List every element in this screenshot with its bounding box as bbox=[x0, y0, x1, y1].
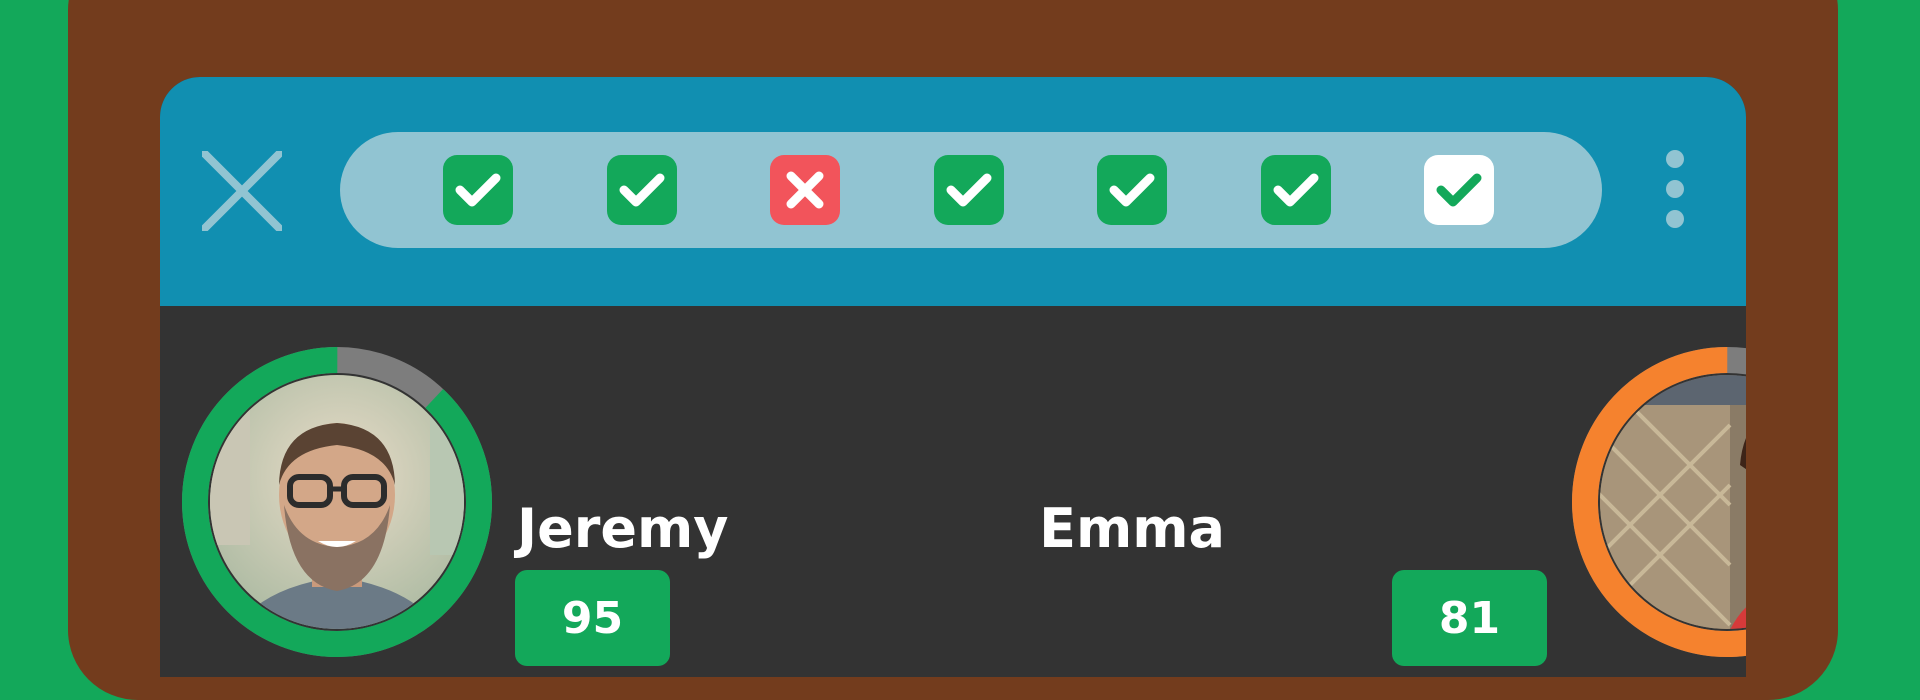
question-indicator-4 bbox=[933, 155, 1004, 225]
player-name: Emma bbox=[1039, 497, 1225, 560]
question-indicator-1 bbox=[443, 155, 513, 225]
player-avatar-timer bbox=[1570, 345, 1746, 659]
question-indicator-5 bbox=[1097, 155, 1167, 225]
player-score: 81 bbox=[1392, 570, 1547, 666]
question-indicator-7 bbox=[1424, 155, 1494, 225]
player-name: Jeremy bbox=[517, 497, 729, 560]
question-indicator-3 bbox=[770, 155, 840, 225]
close-button[interactable] bbox=[200, 149, 284, 233]
question-indicator-6 bbox=[1260, 155, 1331, 225]
player-score: 95 bbox=[515, 570, 670, 666]
check-icon bbox=[946, 173, 991, 207]
check-icon bbox=[455, 173, 501, 207]
more-vertical-icon bbox=[1666, 150, 1684, 228]
more-menu-button[interactable] bbox=[1655, 147, 1695, 231]
x-icon bbox=[786, 171, 824, 209]
close-icon bbox=[200, 149, 284, 233]
player-avatar-timer bbox=[180, 345, 494, 659]
question-progress-bar bbox=[340, 132, 1602, 248]
check-icon bbox=[1273, 173, 1318, 207]
check-icon bbox=[1436, 173, 1482, 207]
question-indicator-2 bbox=[606, 155, 677, 225]
check-icon bbox=[1109, 173, 1155, 207]
game-screen: Jeremy 95 Emma 81 bbox=[160, 77, 1746, 677]
check-icon bbox=[619, 173, 664, 207]
top-bar bbox=[160, 77, 1746, 306]
